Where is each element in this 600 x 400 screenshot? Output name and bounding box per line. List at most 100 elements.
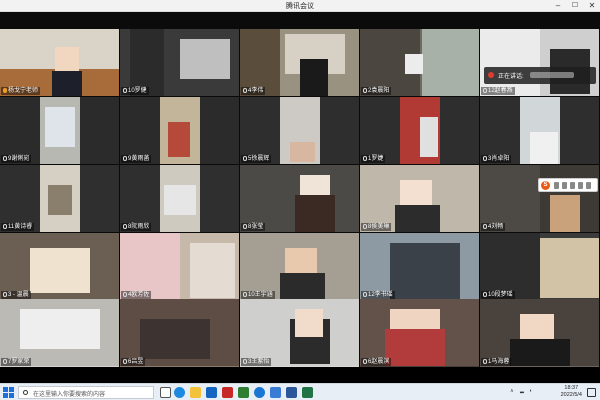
video-frame-region [190,243,235,298]
participant-tile[interactable]: 1马海蓉 [480,299,599,367]
search-placeholder: 在这里输入你要搜索的内容 [33,392,106,398]
ime-mode-icon[interactable] [554,182,559,189]
participant-name: 3肖卓阳 [488,156,510,162]
ime-mic-icon[interactable] [570,182,575,189]
ime-skin-icon[interactable] [586,182,591,189]
network-icon[interactable]: ▂ [520,388,524,394]
ime-toolbar[interactable]: S [538,178,598,192]
window-title: 腾讯会议 [286,3,314,10]
participant-name: 4刘畅 [488,224,504,230]
participant-name: 2袁晨阳 [368,88,390,94]
participant-name-label: 8阮雨欣 [121,223,152,231]
participant-tile[interactable]: 10王宇涵 [240,233,359,300]
participant-name-label: 4刘畅 [481,223,506,231]
participant-tile[interactable]: 4李伟 [240,29,359,96]
participant-tile[interactable]: 3王紫怡 [240,299,359,367]
edge-browser-icon[interactable] [174,387,185,398]
clock-date: 2022/5/4 [560,392,582,398]
participant-tile[interactable]: 1罗婕 [360,97,479,164]
video-frame-region [385,329,445,366]
video-frame-region [240,29,280,96]
qq-icon[interactable] [254,387,265,398]
video-frame-region [405,54,423,74]
participant-tile[interactable]: 8侯美琳 [360,165,479,232]
video-frame-region [130,29,164,96]
tencent-meeting-icon[interactable] [270,387,281,398]
participant-name: 4李伟 [248,88,264,94]
tray-chevron-icon[interactable]: ∧ [510,388,514,394]
speaking-indicator: 正在讲话: [484,67,596,84]
participant-name: 3王紫怡 [248,359,270,365]
microphone-icon [123,292,127,297]
participant-tile[interactable]: 8张莹 [240,165,359,232]
participant-name-label: 3 - 温晨 [1,291,31,299]
video-frame-region [290,142,315,162]
microphone-icon [123,88,127,93]
participant-name: 杨戈宁老师 [8,88,39,94]
minimize-button[interactable]: – [550,0,566,12]
video-frame-region [280,273,325,300]
participant-name-label: 9黄雨菡 [121,155,152,163]
participant-name: 6吕昱 [128,359,144,365]
video-frame-region [480,29,540,96]
task-view-icon[interactable] [160,387,171,398]
participant-tile[interactable]: 9谢俐宛 [0,97,119,164]
participant-tile[interactable]: 6吕昱 [120,299,239,367]
notification-icon[interactable] [587,388,596,397]
participant-tile[interactable]: 9黄雨菡 [120,97,239,164]
participant-tile[interactable]: 3肖卓阳 [480,97,599,164]
search-icon [23,390,28,395]
app-icon[interactable] [222,387,233,398]
meeting-window: 腾讯会议 – ☐ ✕ 杨戈宁老师 10罗健 4李伟 2袁晨阳 12赵春燕 9谢俐宛 9黄雨菡… [0,0,600,400]
video-frame-region [168,122,190,157]
host-badge-icon [3,88,7,93]
windows-start-icon[interactable] [3,387,14,398]
participant-tile[interactable]: 6赵晨滨 [360,299,479,367]
mail-icon[interactable] [206,387,217,398]
video-frame-region [164,185,196,215]
participant-tile[interactable]: 3 - 温晨 [0,233,119,300]
maximize-button[interactable]: ☐ [567,0,583,12]
title-bar: 腾讯会议 – ☐ ✕ [0,0,600,12]
ime-punct-icon[interactable] [562,182,567,189]
participant-name: 8阮雨欣 [128,224,150,230]
participant-name-label: 8张莹 [241,223,266,231]
top-toolbar-area [0,12,600,29]
participant-tile[interactable]: 4刘畅 [480,165,599,232]
close-button[interactable]: ✕ [584,0,600,12]
video-frame-region [295,309,323,337]
word-icon[interactable] [286,387,297,398]
participant-tile[interactable]: 10罗健 [120,29,239,96]
participant-name: 3 - 温晨 [8,292,29,298]
participant-tile[interactable]: 7罗家荣 [0,299,119,367]
participant-tile[interactable]: 杨戈宁老师 [0,29,119,96]
participant-tile[interactable]: 4欧芳佐 [120,233,239,300]
excel-icon[interactable] [302,387,313,398]
participant-tile[interactable]: 12李书瑶 [360,233,479,300]
participant-name-label: 1罗婕 [361,155,386,163]
microphone-icon [363,224,367,229]
ime-keyboard-icon[interactable] [578,182,583,189]
participant-name-label: 11黄诗睿 [1,223,35,231]
ime-logo-icon: S [541,181,550,190]
video-frame-region [20,309,100,349]
participant-name-label: 10罗健 [121,87,149,95]
participant-name-label: 12赵春燕 [481,87,515,95]
participant-name: 10段梦瑶 [488,292,513,298]
wechat-icon[interactable] [238,387,249,398]
participant-tile[interactable]: 5徐晨辉 [240,97,359,164]
volume-icon[interactable]: ◖ [529,388,532,394]
participant-name-label: 6吕昱 [121,358,146,366]
participant-tile[interactable]: 8阮雨欣 [120,165,239,232]
participant-tile[interactable]: 11黄诗睿 [0,165,119,232]
participant-name-label: 4欧芳佐 [121,291,152,299]
video-frame-region [45,107,75,147]
system-clock[interactable]: 18:37 2022/5/4 [561,385,582,399]
taskbar-search-input[interactable]: 在这里输入你要搜索的内容 [18,386,154,399]
participant-name-label: 7罗家荣 [1,358,32,366]
participant-name-label: 4李伟 [241,87,266,95]
file-explorer-icon[interactable] [190,387,201,398]
participant-tile[interactable]: 12赵春燕 [480,29,599,96]
participant-tile[interactable]: 2袁晨阳 [360,29,479,96]
participant-tile[interactable]: 10段梦瑶 [480,233,599,300]
